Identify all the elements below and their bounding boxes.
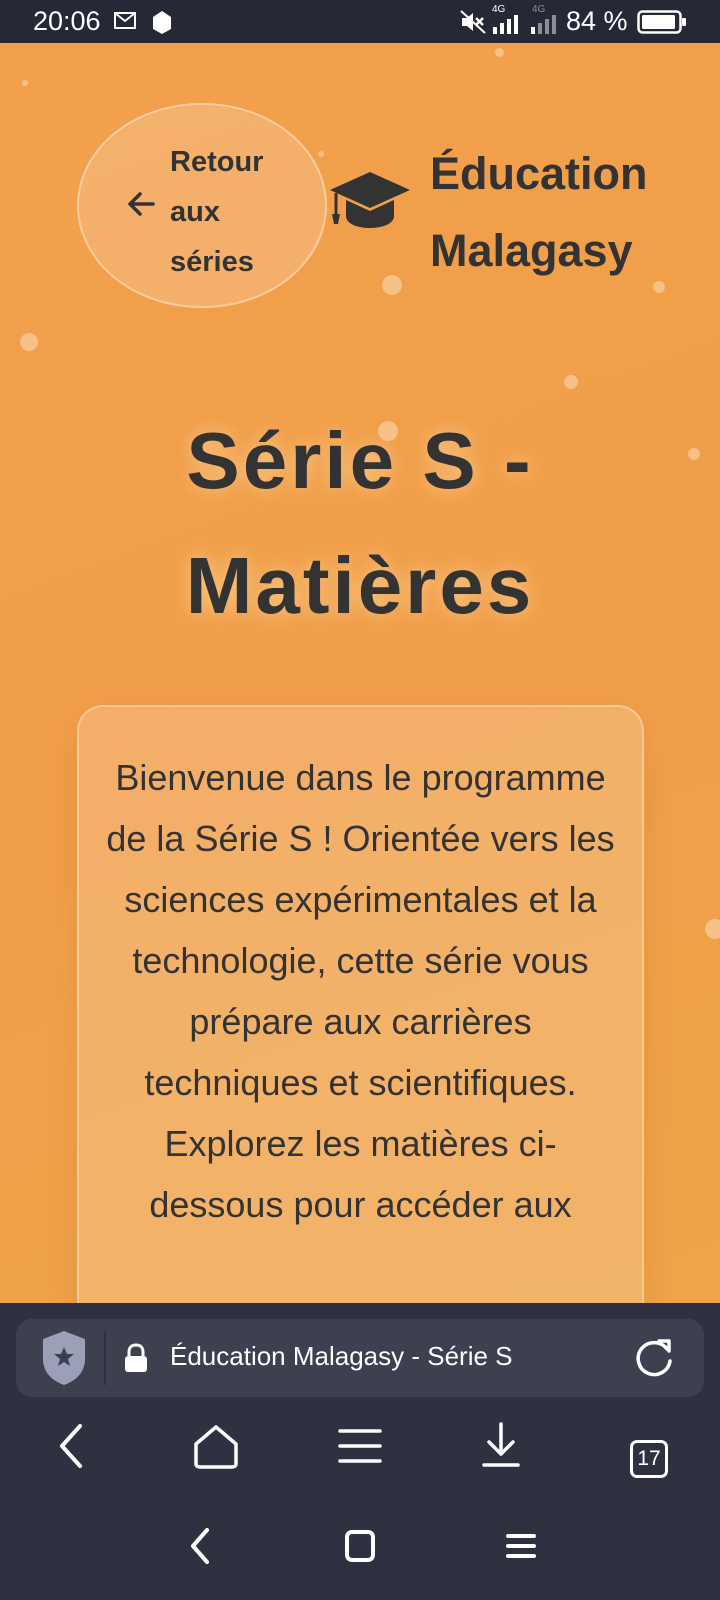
reload-icon[interactable] <box>633 1337 675 1384</box>
decor-dot <box>22 80 28 86</box>
decor-dot <box>495 48 504 57</box>
intro-text: Bienvenue dans le programme de la Série … <box>106 757 615 1225</box>
system-back-icon[interactable] <box>187 1526 213 1571</box>
battery-icon <box>637 10 687 39</box>
menu-icon[interactable] <box>338 1418 382 1479</box>
back-icon[interactable] <box>56 1418 86 1479</box>
decor-dot <box>705 919 720 939</box>
page-url-title[interactable]: Éducation Malagasy - Série S <box>170 1341 513 1372</box>
intro-card: Bienvenue dans le programme de la Série … <box>77 705 644 1303</box>
brand-title[interactable]: Éducation Malagasy <box>430 135 720 289</box>
arrow-left-icon <box>126 189 156 224</box>
lock-icon <box>123 1343 149 1378</box>
signal-icon <box>492 14 522 39</box>
page-title: Série S - Matières <box>185 416 535 630</box>
address-bar-divider <box>104 1331 106 1385</box>
mail-icon <box>114 12 136 34</box>
status-bar: 20:06 4G 4G 84 % <box>0 0 720 43</box>
address-bar[interactable]: Éducation Malagasy - Série S <box>16 1319 704 1397</box>
home-icon[interactable] <box>193 1418 239 1479</box>
signal-icon-2 <box>530 14 556 39</box>
back-to-series-label: Retour aux séries <box>170 146 264 278</box>
mute-icon <box>460 10 486 39</box>
browser-toolbar: Éducation Malagasy - Série S 17 <box>0 1303 720 1600</box>
app-notification-icon <box>149 9 175 40</box>
graduation-cap-icon <box>328 170 412 237</box>
shield-icon[interactable] <box>41 1329 87 1392</box>
decor-dot <box>382 275 402 295</box>
decor-dot <box>20 333 38 351</box>
download-icon[interactable] <box>481 1418 521 1479</box>
page-content: Retour aux séries Éducation Malagasy Sér… <box>0 43 720 1303</box>
battery-percent: 84 % <box>566 6 628 36</box>
status-time: 20:06 <box>33 6 101 36</box>
tabs-icon[interactable]: 17 <box>630 1440 668 1478</box>
decor-dot <box>564 375 578 389</box>
decor-dot <box>318 151 324 157</box>
system-recents-icon[interactable] <box>505 1526 537 1571</box>
system-home-icon[interactable] <box>344 1526 376 1571</box>
back-to-series-button[interactable]: Retour aux séries <box>77 103 327 308</box>
